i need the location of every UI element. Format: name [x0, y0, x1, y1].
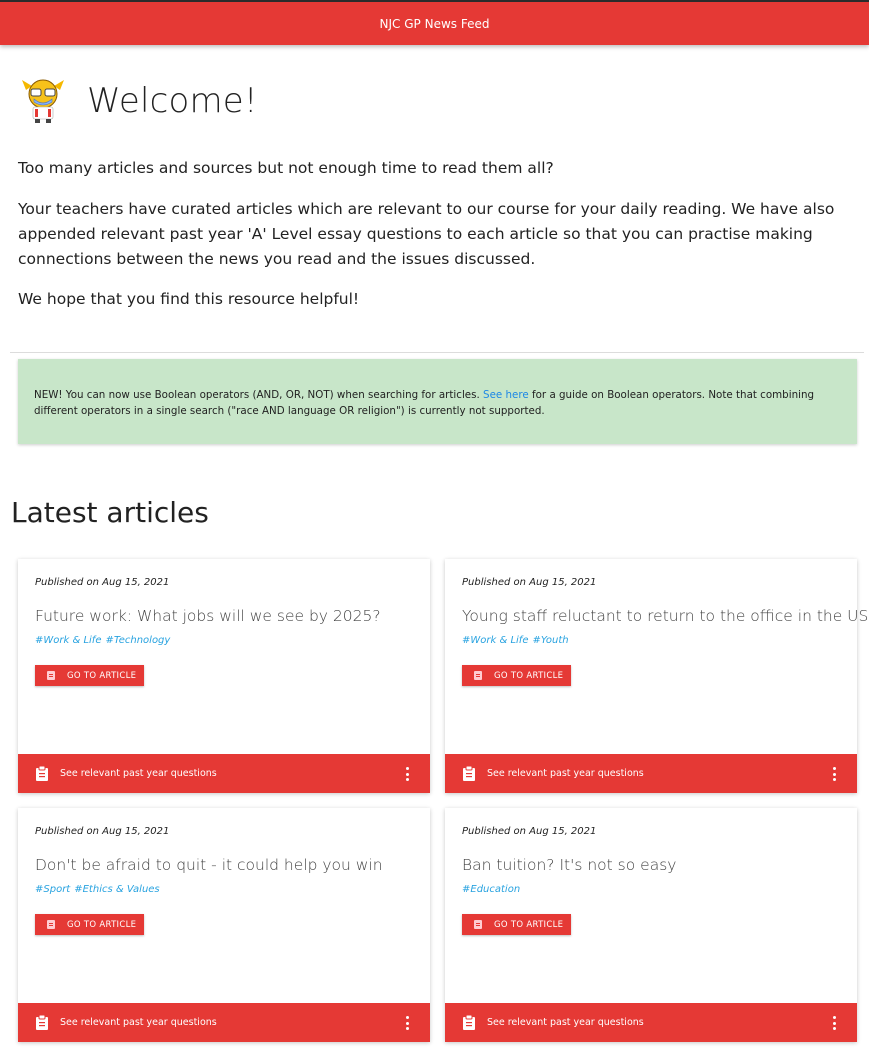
past-year-questions-bar[interactable]: See relevant past year questions [18, 754, 430, 793]
go-to-article-label: GO TO ARTICLE [494, 919, 564, 930]
clipboard-icon [36, 1015, 48, 1030]
article-title[interactable]: Future work: What jobs will we see by 20… [35, 607, 381, 625]
mascot-logo [22, 79, 64, 123]
tag-list: #Work & Life #Youth [462, 635, 573, 646]
intro-paragraph: We hope that you find this resource help… [18, 290, 360, 308]
tag-list: #Education [462, 884, 524, 895]
tag-link[interactable]: #Technology [105, 635, 170, 646]
past-year-questions-bar[interactable]: See relevant past year questions [445, 1003, 857, 1042]
published-date: Published on Aug 15, 2021 [35, 826, 170, 837]
go-to-article-button[interactable]: GO TO ARTICLE [462, 665, 571, 686]
boolean-guide-link[interactable]: See here [483, 389, 529, 401]
tag-list: #Sport #Ethics & Values [35, 884, 164, 895]
article-card: Published on Aug 15, 2021 Don't be afrai… [18, 808, 430, 1042]
tag-link[interactable]: #Ethics & Values [74, 884, 159, 895]
tag-link[interactable]: #Sport [35, 884, 70, 895]
document-icon [474, 671, 482, 680]
app-bar: NJC GP News Feed [0, 0, 869, 45]
tag-link[interactable]: #Education [462, 884, 520, 895]
article-card: Published on Aug 15, 2021 Young staff re… [445, 559, 868, 793]
article-title[interactable]: Young staff reluctant to return to the o… [462, 607, 868, 625]
clipboard-icon [463, 766, 475, 781]
divider [10, 352, 864, 353]
published-date: Published on Aug 15, 2021 [462, 826, 597, 837]
document-icon [47, 920, 55, 929]
boolean-search-notice: NEW! You can now use Boolean operators (… [18, 359, 857, 444]
go-to-article-label: GO TO ARTICLE [494, 670, 564, 681]
go-to-article-label: GO TO ARTICLE [67, 670, 137, 681]
go-to-article-button[interactable]: GO TO ARTICLE [35, 665, 144, 686]
more-vert-icon[interactable] [833, 1016, 837, 1030]
tag-link[interactable]: #Youth [532, 635, 568, 646]
more-vert-icon[interactable] [406, 767, 410, 781]
published-date: Published on Aug 15, 2021 [462, 577, 597, 588]
go-to-article-button[interactable]: GO TO ARTICLE [462, 914, 571, 935]
past-year-questions-bar[interactable]: See relevant past year questions [18, 1003, 430, 1042]
past-year-questions-label: See relevant past year questions [60, 1017, 217, 1028]
go-to-article-button[interactable]: GO TO ARTICLE [35, 914, 144, 935]
past-year-questions-label: See relevant past year questions [487, 768, 644, 779]
notice-text: NEW! You can now use Boolean operators (… [34, 389, 484, 401]
tag-link[interactable]: #Work & Life [462, 635, 528, 646]
published-date: Published on Aug 15, 2021 [35, 577, 170, 588]
clipboard-icon [36, 766, 48, 781]
past-year-questions-label: See relevant past year questions [487, 1017, 644, 1028]
article-card: Published on Aug 15, 2021 Ban tuition? I… [445, 808, 857, 1042]
document-icon [47, 671, 55, 680]
article-title[interactable]: Don't be afraid to quit - it could help … [35, 856, 383, 874]
document-icon [474, 920, 482, 929]
article-title[interactable]: Ban tuition? It's not so easy [462, 856, 676, 874]
tag-link[interactable]: #Work & Life [35, 635, 101, 646]
welcome-header: Welcome! [18, 78, 258, 124]
more-vert-icon[interactable] [406, 1016, 410, 1030]
intro-paragraph: Your teachers have curated articles whic… [18, 200, 835, 268]
more-vert-icon[interactable] [833, 767, 837, 781]
clipboard-icon [463, 1015, 475, 1030]
page-title: Welcome! [87, 81, 258, 121]
intro-text: Too many articles and sources but not en… [18, 156, 858, 328]
article-card: Published on Aug 15, 2021 Future work: W… [18, 559, 430, 793]
section-title: Latest articles [11, 496, 209, 529]
tag-list: #Work & Life #Technology [35, 635, 174, 646]
past-year-questions-bar[interactable]: See relevant past year questions [445, 754, 857, 793]
intro-paragraph: Too many articles and sources but not en… [18, 159, 554, 177]
past-year-questions-label: See relevant past year questions [60, 768, 217, 779]
go-to-article-label: GO TO ARTICLE [67, 919, 137, 930]
app-title[interactable]: NJC GP News Feed [380, 17, 490, 31]
